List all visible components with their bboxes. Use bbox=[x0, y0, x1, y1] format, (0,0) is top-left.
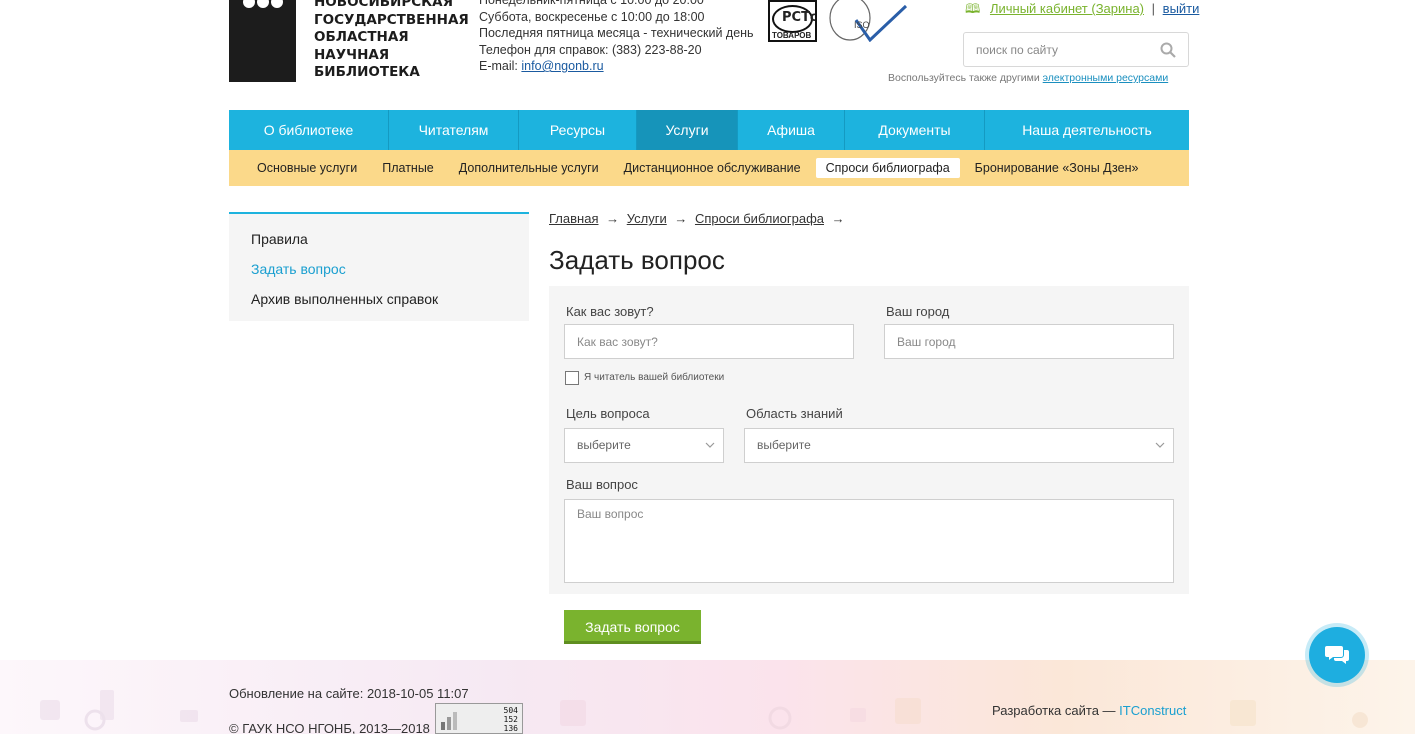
nav-item-activity[interactable]: Наша деятельность bbox=[985, 110, 1189, 150]
email-link[interactable]: info@ngonb.ru bbox=[521, 59, 603, 73]
subnav-item-remote[interactable]: Дистанционное обслуживание bbox=[614, 158, 811, 178]
search-icon[interactable] bbox=[1160, 42, 1176, 58]
goal-label: Цель вопроса bbox=[566, 406, 650, 421]
breadcrumb-ask-librarian[interactable]: Спроси библиографа bbox=[695, 211, 824, 226]
goal-select[interactable]: выберите bbox=[564, 428, 724, 463]
goal-select-value: выберите bbox=[577, 438, 631, 452]
chevron-down-icon bbox=[705, 442, 715, 448]
main-nav: О библиотеке Читателям Ресурсы Услуги Аф… bbox=[229, 110, 1189, 150]
city-field[interactable] bbox=[884, 324, 1174, 359]
counter-bars-icon bbox=[441, 712, 457, 730]
subnav-item-basic[interactable]: Основные услуги bbox=[247, 158, 367, 178]
site-search bbox=[963, 32, 1189, 67]
email-line: E-mail: info@ngonb.ru bbox=[479, 58, 754, 75]
reader-checkbox-label[interactable]: Я читатель вашей библиотеки bbox=[584, 372, 724, 383]
developer-link[interactable]: ITConstruct bbox=[1119, 703, 1186, 718]
hours-weekend: Суббота, воскресенье с 10:00 до 18:00 bbox=[479, 9, 705, 24]
footer-background bbox=[0, 660, 1415, 734]
nav-item-readers[interactable]: Читателям bbox=[389, 110, 519, 150]
library-name[interactable]: НОВОСИБИРСКАЯ ГОСУДАРСТВЕННАЯ ОБЛАСТНАЯ … bbox=[314, 0, 469, 82]
developer-credit: Разработка сайта — ITConstruct bbox=[992, 703, 1186, 718]
sub-nav: Основные услуги Платные Дополнительные у… bbox=[229, 150, 1189, 186]
tech-day: Последняя пятница месяца - технический д… bbox=[479, 26, 754, 40]
breadcrumb-services[interactable]: Услуги bbox=[627, 211, 667, 226]
phone: Телефон для справок: (383) 223-88-20 bbox=[479, 42, 702, 57]
library-logo[interactable] bbox=[229, 0, 296, 82]
chat-bubbles-icon bbox=[1325, 646, 1349, 664]
footer-pattern-icon bbox=[40, 690, 1368, 731]
separator: | bbox=[1151, 1, 1156, 16]
counter-hosts: 136 bbox=[503, 724, 518, 733]
rst-mark: PCTо bbox=[782, 10, 817, 25]
page-title: Задать вопрос bbox=[549, 245, 725, 275]
sidebar-item-rules[interactable]: Правила bbox=[229, 228, 529, 258]
breadcrumb-home[interactable]: Главная bbox=[549, 211, 598, 226]
sidebar-item-ask-question[interactable]: Задать вопрос bbox=[229, 258, 529, 288]
counter-views: 504 bbox=[503, 706, 518, 715]
iso-badge: ISO bbox=[826, 0, 908, 43]
visit-counter[interactable]: 504 152 136 bbox=[435, 703, 523, 734]
nav-item-about[interactable]: О библиотеке bbox=[229, 110, 389, 150]
nav-item-services[interactable]: Услуги bbox=[637, 110, 738, 150]
question-textarea[interactable] bbox=[564, 499, 1174, 583]
subnav-item-additional[interactable]: Дополнительные услуги bbox=[449, 158, 609, 178]
sidebar-item-archive[interactable]: Архив выполненных справок bbox=[229, 288, 529, 318]
iso-logo-icon: ISO bbox=[829, 0, 908, 43]
copyright: © ГАУК НСО НГОНБ, 2013—2018 bbox=[229, 721, 430, 734]
breadcrumb-arrow: → bbox=[606, 211, 620, 226]
counter-visitors: 152 bbox=[503, 715, 518, 724]
chat-button[interactable] bbox=[1309, 627, 1365, 683]
breadcrumb-arrow: → bbox=[831, 211, 845, 226]
question-form: Как вас зовут? Ваш город Я читатель ваше… bbox=[549, 286, 1189, 594]
chevron-down-icon bbox=[1155, 442, 1165, 448]
subnav-item-paid[interactable]: Платные bbox=[372, 158, 444, 178]
developer-prefix: Разработка сайта — bbox=[992, 703, 1116, 718]
city-label: Ваш город bbox=[886, 304, 950, 319]
logout-link[interactable]: выйти bbox=[1163, 1, 1200, 16]
rst-badge: PCTо ТОВАРОВ bbox=[768, 0, 817, 42]
account-links: 🕮 Личный кабинет (Зарина) | выйти bbox=[965, 0, 1199, 22]
breadcrumb-arrow: → bbox=[674, 211, 688, 226]
personal-cabinet-link[interactable]: Личный кабинет (Зарина) bbox=[990, 1, 1144, 16]
name-field[interactable] bbox=[564, 324, 854, 359]
name-label: Как вас зовут? bbox=[566, 304, 654, 319]
question-label: Ваш вопрос bbox=[566, 477, 638, 492]
resources-link[interactable]: электронными ресурсами bbox=[1043, 72, 1169, 84]
submit-question-button[interactable]: Задать вопрос bbox=[564, 610, 701, 644]
iso-text: ISO bbox=[854, 20, 870, 30]
area-select[interactable]: выберите bbox=[744, 428, 1174, 463]
resources-note: Воспользуйтесь также другими электронным… bbox=[888, 72, 1168, 84]
nav-item-resources[interactable]: Ресурсы bbox=[519, 110, 637, 150]
subnav-item-ask-librarian[interactable]: Спроси библиографа bbox=[815, 158, 960, 178]
email-label: E-mail: bbox=[479, 59, 518, 73]
reader-checkbox[interactable] bbox=[565, 371, 579, 385]
contacts-block: Понедельник-пятница с 10:00 до 20:00 Суб… bbox=[479, 0, 754, 75]
hours-weekdays: Понедельник-пятница с 10:00 до 20:00 bbox=[479, 0, 704, 7]
nav-item-events[interactable]: Афиша bbox=[738, 110, 845, 150]
counter-values: 504 152 136 bbox=[504, 706, 518, 733]
breadcrumb: Главная → Услуги → Спроси библиографа → bbox=[549, 211, 849, 226]
area-select-value: выберите bbox=[757, 438, 811, 452]
book-icon: 🕮 bbox=[965, 1, 981, 16]
sidebar: Правила Задать вопрос Архив выполненных … bbox=[229, 212, 529, 321]
rst-caption: ТОВАРОВ bbox=[772, 31, 812, 40]
subnav-item-zen-zone[interactable]: Бронирование «Зоны Дзен» bbox=[965, 158, 1149, 178]
area-label: Область знаний bbox=[746, 406, 843, 421]
nav-item-documents[interactable]: Документы bbox=[845, 110, 985, 150]
resources-note-text: Воспользуйтесь также другими bbox=[888, 72, 1040, 84]
search-input[interactable] bbox=[964, 33, 1144, 66]
update-info: Обновление на сайте: 2018-10-05 11:07 bbox=[229, 686, 469, 701]
